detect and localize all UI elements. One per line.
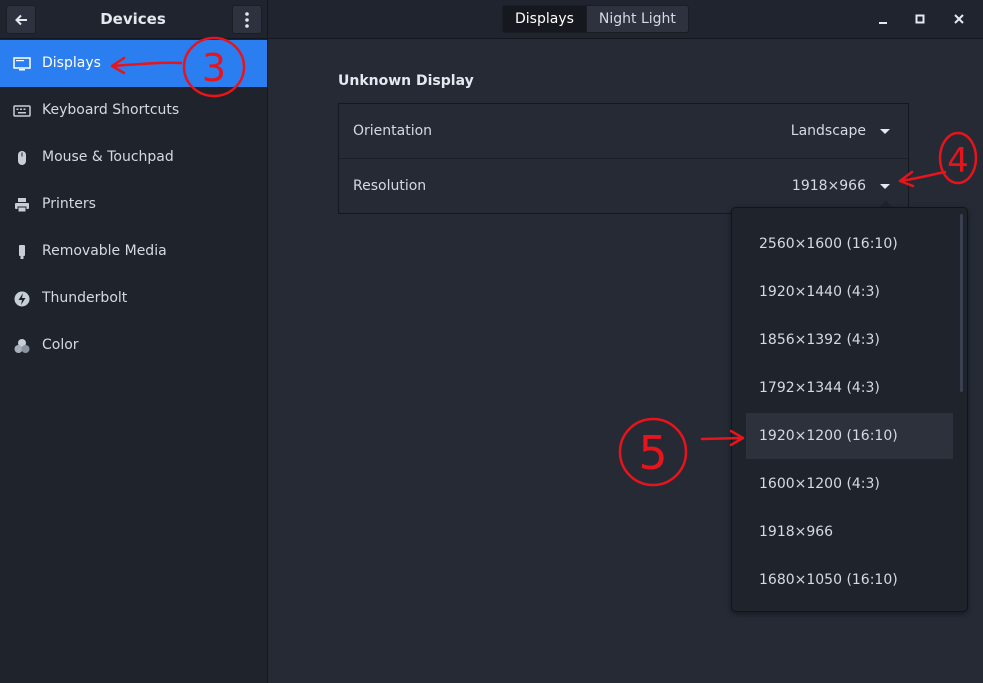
header-left: Devices [0, 0, 268, 38]
sidebar-item-mouse-touchpad[interactable]: Mouse & Touchpad [0, 134, 267, 181]
sidebar-item-color[interactable]: Color [0, 322, 267, 369]
sidebar-item-label: Displays [42, 55, 101, 71]
chevron-down-icon[interactable] [880, 129, 890, 134]
sidebar-item-removable-media[interactable]: Removable Media [0, 228, 267, 275]
usb-drive-icon [19, 245, 25, 259]
menu-button[interactable] [232, 5, 262, 34]
sidebar-item-label: Thunderbolt [42, 290, 128, 306]
sidebar-item-displays[interactable]: Displays [0, 40, 267, 87]
sidebar-item-label: Keyboard Shortcuts [42, 102, 180, 118]
resolution-option[interactable]: 1792×1344 (4:3) [746, 365, 953, 411]
keyboard-icon [13, 105, 31, 117]
sidebar-item-keyboard-shortcuts[interactable]: Keyboard Shortcuts [0, 87, 267, 134]
resolution-option[interactable]: 1680×1050 (16:10) [746, 557, 953, 603]
resolution-option[interactable]: 2560×1600 (16:10) [746, 221, 953, 267]
minimize-button[interactable] [873, 0, 893, 38]
header-bar: Devices Displays Night Light [0, 0, 983, 39]
color-icon [14, 339, 30, 353]
resolution-dropdown: 2560×1600 (16:10) 1920×1440 (4:3) 1856×1… [731, 207, 968, 612]
orientation-row[interactable]: Orientation Landscape [339, 104, 908, 158]
chevron-down-icon[interactable] [880, 184, 890, 189]
maximize-button[interactable] [910, 0, 930, 38]
resolution-option-hovered[interactable]: 1920×1200 (16:10) [746, 413, 953, 459]
sidebar-item-thunderbolt[interactable]: Thunderbolt [0, 275, 267, 322]
resolution-option[interactable]: 1918×966 [746, 509, 953, 555]
resolution-option[interactable]: 1600×1200 (4:3) [746, 461, 953, 507]
orientation-value[interactable]: Landscape [791, 104, 866, 158]
sidebar-item-label: Removable Media [42, 243, 167, 259]
orientation-label: Orientation [353, 123, 433, 139]
resolution-label: Resolution [353, 178, 427, 194]
mouse-icon [18, 151, 26, 165]
tab-night-light[interactable]: Night Light [586, 5, 689, 33]
display-settings-panel: Orientation Landscape Resolution 1918×96… [338, 103, 909, 214]
display-icon [13, 57, 31, 71]
close-button[interactable] [949, 0, 969, 38]
sidebar-item-printers[interactable]: Printers [0, 181, 267, 228]
tab-displays[interactable]: Displays [502, 5, 587, 33]
view-switcher: Displays Night Light [502, 5, 689, 33]
dropdown-scrollbar[interactable] [960, 214, 963, 392]
sidebar: Displays Keyboard Shortcuts Mouse & Touc… [0, 39, 268, 683]
kebab-menu-icon [245, 11, 249, 28]
settings-window: Devices Displays Night Light Displays Ke… [0, 0, 983, 683]
close-icon [954, 14, 964, 24]
page-title: Devices [100, 10, 166, 28]
sidebar-item-label: Color [42, 337, 79, 353]
printer-icon [15, 198, 29, 213]
display-name-heading: Unknown Display [338, 73, 474, 89]
resolution-row[interactable]: Resolution 1918×966 [339, 158, 908, 213]
minimize-icon [879, 22, 887, 24]
maximize-icon [915, 14, 925, 24]
back-button[interactable] [6, 5, 36, 34]
sidebar-item-label: Mouse & Touchpad [42, 149, 174, 165]
resolution-option[interactable]: 1920×1440 (4:3) [746, 269, 953, 315]
back-arrow-icon [15, 14, 27, 25]
resolution-option[interactable]: 1856×1392 (4:3) [746, 317, 953, 363]
sidebar-item-label: Printers [42, 196, 96, 212]
thunderbolt-icon [14, 291, 30, 307]
resolution-value[interactable]: 1918×966 [792, 159, 866, 213]
